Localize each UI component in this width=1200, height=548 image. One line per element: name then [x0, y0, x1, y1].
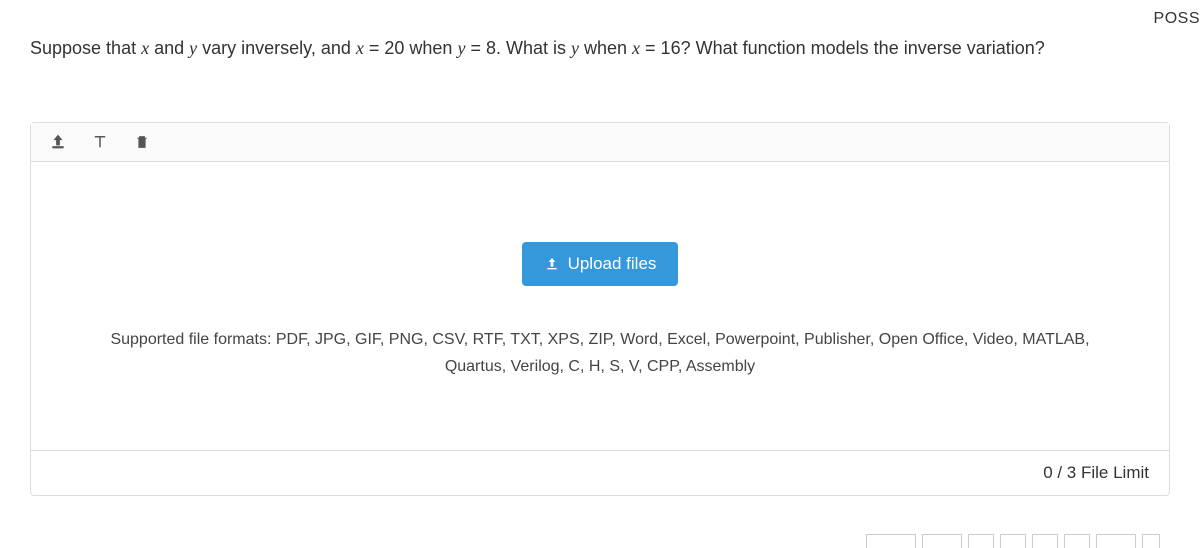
- bottom-control-box[interactable]: [1096, 534, 1136, 548]
- bottom-control-box[interactable]: [1142, 534, 1160, 548]
- question-part: = 8. What is: [465, 38, 571, 58]
- question-part: and: [149, 38, 189, 58]
- upload-icon: [544, 256, 560, 272]
- variable-y: y: [189, 38, 197, 58]
- supported-formats-text: Supported file formats: PDF, JPG, GIF, P…: [71, 326, 1129, 410]
- variable-x: x: [356, 38, 364, 58]
- bottom-control-box[interactable]: [1032, 534, 1058, 548]
- top-right-label: POSS: [1154, 10, 1200, 28]
- upload-panel: Upload files Supported file formats: PDF…: [30, 122, 1170, 496]
- trash-icon[interactable]: [133, 133, 151, 151]
- file-limit-bar: 0 / 3 File Limit: [31, 450, 1169, 495]
- question-part: Suppose that: [30, 38, 141, 58]
- text-icon[interactable]: [91, 133, 109, 151]
- question-part: when: [579, 38, 632, 58]
- upload-icon[interactable]: [49, 133, 67, 151]
- question-part: = 16? What function models the inverse v…: [640, 38, 1045, 58]
- bottom-control-box[interactable]: [922, 534, 962, 548]
- bottom-control-box[interactable]: [968, 534, 994, 548]
- upload-button-label: Upload files: [568, 254, 657, 274]
- variable-x: x: [632, 38, 640, 58]
- file-limit-text: 0 / 3 File Limit: [1043, 463, 1149, 482]
- bottom-controls: [866, 534, 1160, 548]
- question-part: = 20 when: [364, 38, 458, 58]
- question-part: vary inversely, and: [197, 38, 356, 58]
- bottom-control-box[interactable]: [1064, 534, 1090, 548]
- bottom-control-box[interactable]: [866, 534, 916, 548]
- upload-body: Upload files Supported file formats: PDF…: [31, 162, 1169, 450]
- upload-toolbar: [31, 123, 1169, 162]
- variable-y: y: [571, 38, 579, 58]
- question-text: Suppose that x and y vary inversely, and…: [0, 0, 1200, 62]
- variable-x: x: [141, 38, 149, 58]
- bottom-control-box[interactable]: [1000, 534, 1026, 548]
- upload-files-button[interactable]: Upload files: [522, 242, 679, 286]
